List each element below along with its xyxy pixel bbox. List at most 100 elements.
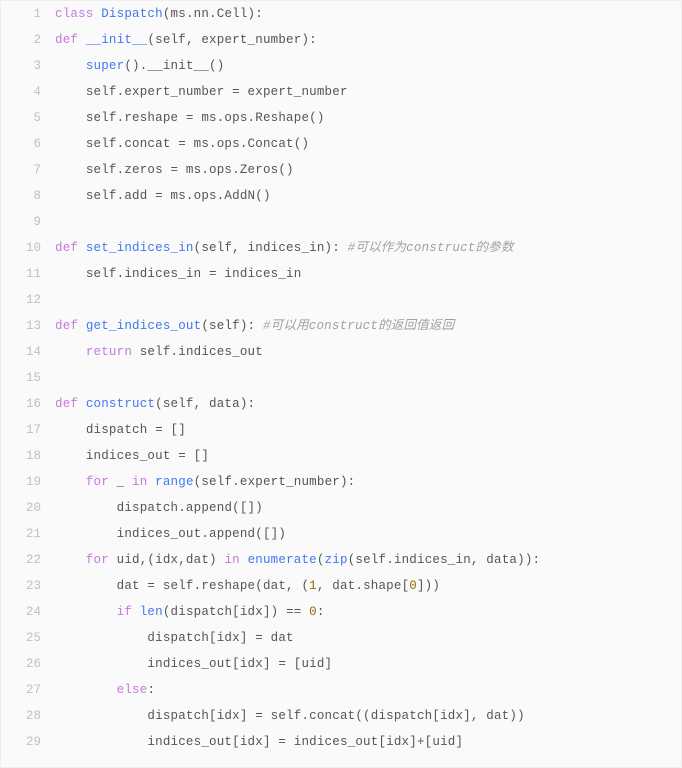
code-token: if — [117, 605, 140, 619]
indent — [55, 579, 117, 593]
code-line: 2def __init__(self, expert_number): — [1, 27, 681, 53]
code-token: ().__init__() — [124, 59, 224, 73]
code-token: enumerate — [248, 553, 317, 567]
code-line: 16def construct(self, data): — [1, 391, 681, 417]
code-line: 29 indices_out[idx] = indices_out[idx]+[… — [1, 729, 681, 755]
code-token: construct — [86, 397, 155, 411]
code-content: if len(dispatch[idx]) == 0: — [55, 599, 681, 625]
line-number: 22 — [1, 547, 55, 573]
code-token: for — [86, 475, 117, 489]
code-token: self.indices_in = indices_in — [86, 267, 302, 281]
code-line: 20 dispatch.append([]) — [1, 495, 681, 521]
code-token: 0 — [309, 605, 317, 619]
line-number: 29 — [1, 729, 55, 755]
indent — [55, 111, 86, 125]
code-token: self.zeros = ms.ops.Zeros() — [86, 163, 294, 177]
code-content: indices_out = [] — [55, 443, 681, 469]
code-line: 11 self.indices_in = indices_in — [1, 261, 681, 287]
code-token: (self.expert_number): — [194, 475, 356, 489]
line-number: 21 — [1, 521, 55, 547]
indent — [55, 85, 86, 99]
code-token: dispatch = [] — [86, 423, 186, 437]
line-number: 18 — [1, 443, 55, 469]
code-token: : — [147, 683, 155, 697]
code-line: 19 for _ in range(self.expert_number): — [1, 469, 681, 495]
code-line: 15 — [1, 365, 681, 391]
code-token: def — [55, 33, 86, 47]
code-token: def — [55, 397, 86, 411]
code-token: 1 — [309, 579, 317, 593]
code-content: indices_out[idx] = [uid] — [55, 651, 681, 677]
code-token: #可以作为construct的参数 — [348, 241, 514, 255]
code-content: self.concat = ms.ops.Concat() — [55, 131, 681, 157]
code-line: 4 self.expert_number = expert_number — [1, 79, 681, 105]
code-token: in — [224, 553, 247, 567]
code-content: indices_out.append([]) — [55, 521, 681, 547]
code-content: dispatch = [] — [55, 417, 681, 443]
code-content: for _ in range(self.expert_number): — [55, 469, 681, 495]
code-token: dispatch[idx] = self.concat((dispatch[id… — [147, 709, 524, 723]
code-line: 1class Dispatch(ms.nn.Cell): — [1, 1, 681, 27]
code-token: (self, expert_number): — [147, 33, 316, 47]
code-content: return self.indices_out — [55, 339, 681, 365]
line-number: 9 — [1, 209, 55, 235]
code-line: 21 indices_out.append([]) — [1, 521, 681, 547]
code-token: len — [140, 605, 163, 619]
line-number: 10 — [1, 235, 55, 261]
code-token: #可以用construct的返回值返回 — [263, 319, 454, 333]
code-token: : — [317, 605, 325, 619]
code-line: 5 self.reshape = ms.ops.Reshape() — [1, 105, 681, 131]
line-number: 12 — [1, 287, 55, 313]
code-token: self.expert_number = expert_number — [86, 85, 348, 99]
line-number: 15 — [1, 365, 55, 391]
code-token: (ms.nn.Cell): — [163, 7, 263, 21]
code-token: self.indices_out — [140, 345, 263, 359]
indent — [55, 709, 147, 723]
indent — [55, 501, 117, 515]
line-number: 6 — [1, 131, 55, 157]
code-content: self.zeros = ms.ops.Zeros() — [55, 157, 681, 183]
indent — [55, 423, 86, 437]
code-content: dispatch[idx] = self.concat((dispatch[id… — [55, 703, 681, 729]
code-token: indices_out = [] — [86, 449, 209, 463]
code-token: (self): — [201, 319, 263, 333]
indent — [55, 267, 86, 281]
line-number: 20 — [1, 495, 55, 521]
code-content: def get_indices_out(self): #可以用construct… — [55, 313, 681, 339]
code-token: ( — [317, 553, 325, 567]
indent — [55, 683, 117, 697]
line-number: 3 — [1, 53, 55, 79]
code-token: for — [86, 553, 117, 567]
code-token: return — [86, 345, 140, 359]
code-block: 1class Dispatch(ms.nn.Cell):2def __init_… — [0, 0, 682, 768]
line-number: 11 — [1, 261, 55, 287]
code-token: class — [55, 7, 101, 21]
code-line: 3 super().__init__() — [1, 53, 681, 79]
code-line: 17 dispatch = [] — [1, 417, 681, 443]
code-content: super().__init__() — [55, 53, 681, 79]
code-token: (self, indices_in): — [194, 241, 348, 255]
code-token: else — [117, 683, 148, 697]
code-token: _ — [117, 475, 132, 489]
code-token: def — [55, 319, 86, 333]
line-number: 2 — [1, 27, 55, 53]
code-token: indices_out[idx] = [uid] — [147, 657, 332, 671]
line-number: 17 — [1, 417, 55, 443]
indent — [55, 59, 86, 73]
code-content: def construct(self, data): — [55, 391, 681, 417]
code-token: indices_out[idx] = indices_out[idx]+[uid… — [147, 735, 463, 749]
line-number: 19 — [1, 469, 55, 495]
code-token: Dispatch — [101, 7, 163, 21]
code-line: 18 indices_out = [] — [1, 443, 681, 469]
code-line: 24 if len(dispatch[idx]) == 0: — [1, 599, 681, 625]
indent — [55, 527, 117, 541]
code-token: in — [132, 475, 155, 489]
code-line: 26 indices_out[idx] = [uid] — [1, 651, 681, 677]
code-content: class Dispatch(ms.nn.Cell): — [55, 1, 681, 27]
line-number: 8 — [1, 183, 55, 209]
code-token: (self.indices_in, data)): — [348, 553, 541, 567]
code-content: dispatch[idx] = dat — [55, 625, 681, 651]
code-line: 28 dispatch[idx] = self.concat((dispatch… — [1, 703, 681, 729]
code-line: 22 for uid,(idx,dat) in enumerate(zip(se… — [1, 547, 681, 573]
indent — [55, 345, 86, 359]
